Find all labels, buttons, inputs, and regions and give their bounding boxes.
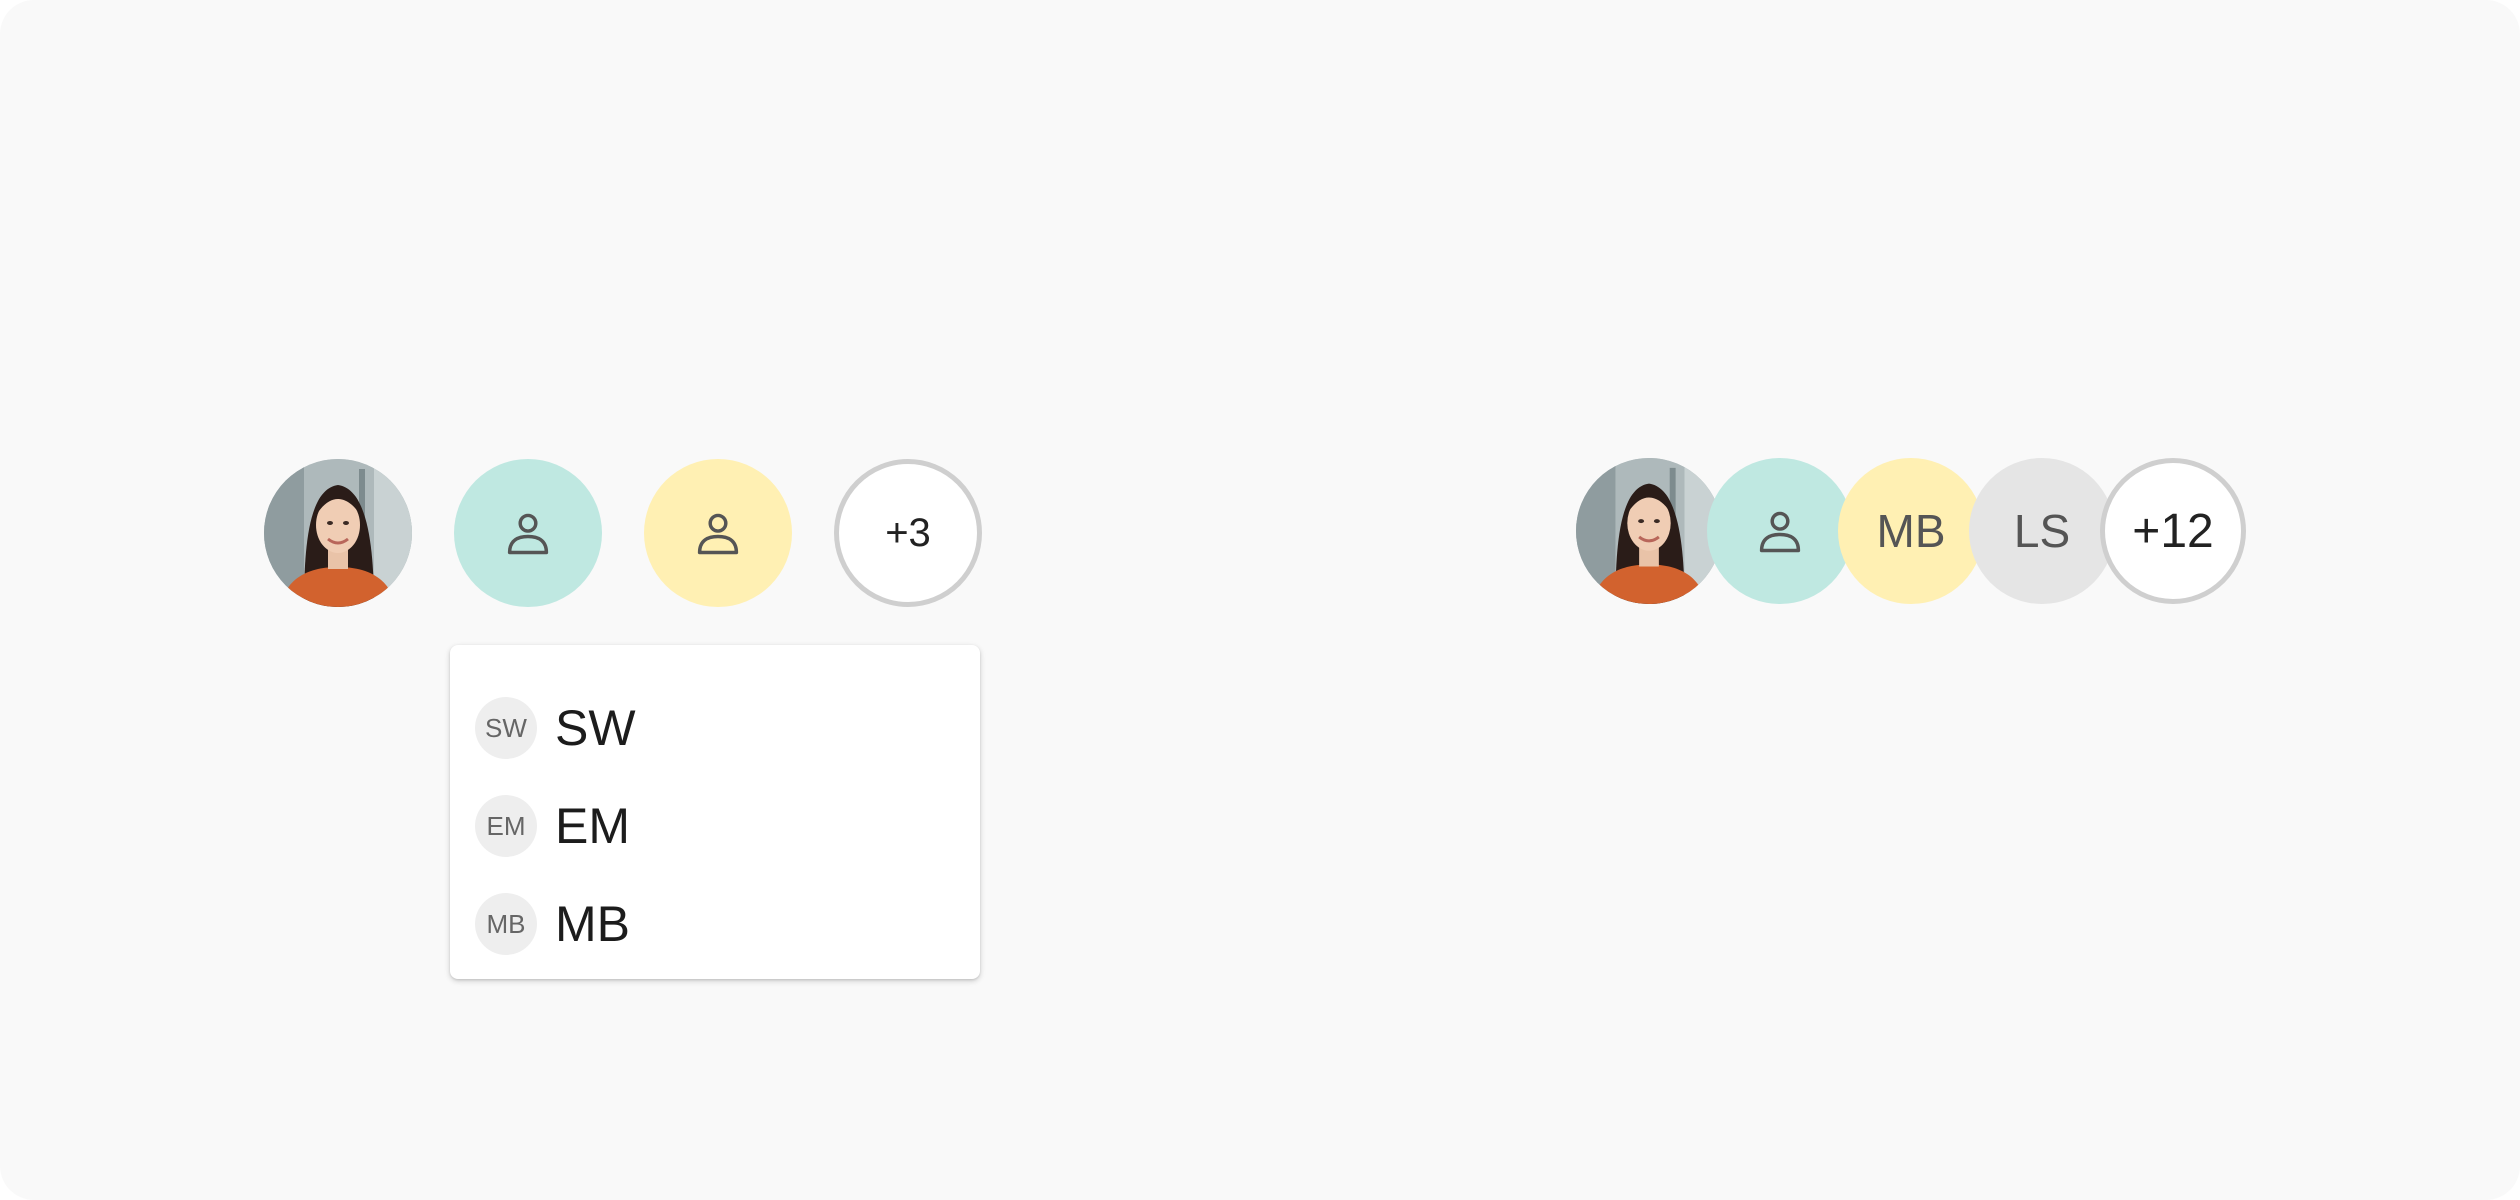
- user-photo-avatar[interactable]: [264, 459, 412, 607]
- user-avatar-teal[interactable]: [1707, 458, 1853, 604]
- user-photo-avatar[interactable]: [1576, 458, 1722, 604]
- user-avatar-mb[interactable]: MB: [1838, 458, 1984, 604]
- person-icon: [697, 513, 739, 555]
- user-avatar-ls[interactable]: LS: [1969, 458, 2115, 604]
- user-avatar-teal[interactable]: [454, 459, 602, 607]
- overflow-count-button[interactable]: +12: [2100, 458, 2246, 604]
- overflow-count-button[interactable]: +3: [834, 459, 982, 607]
- menu-item-label: SW: [555, 700, 636, 756]
- user-photo-icon: [1576, 458, 1722, 604]
- canvas: +3 SW SW EM EM MB MB MB LS +12: [0, 0, 2520, 1200]
- mini-avatar: SW: [475, 697, 537, 759]
- menu-item-mb[interactable]: MB MB: [450, 875, 980, 973]
- menu-item-sw[interactable]: SW SW: [450, 679, 980, 777]
- menu-item-label: MB: [555, 896, 630, 952]
- person-icon: [1759, 511, 1801, 553]
- avatar-initials: MB: [1876, 505, 1946, 557]
- overflow-count-label: +3: [885, 510, 931, 555]
- user-avatar-yellow[interactable]: [644, 459, 792, 607]
- mini-avatar: EM: [475, 795, 537, 857]
- menu-item-label: EM: [555, 798, 630, 854]
- avatar-initials: LS: [2013, 505, 2071, 557]
- person-icon: [507, 513, 549, 555]
- overflow-count-label: +12: [2132, 504, 2214, 558]
- mini-avatar: MB: [475, 893, 537, 955]
- overflow-dropdown-menu: SW SW EM EM MB MB: [450, 645, 980, 979]
- user-photo-icon: [264, 459, 412, 607]
- menu-item-em[interactable]: EM EM: [450, 777, 980, 875]
